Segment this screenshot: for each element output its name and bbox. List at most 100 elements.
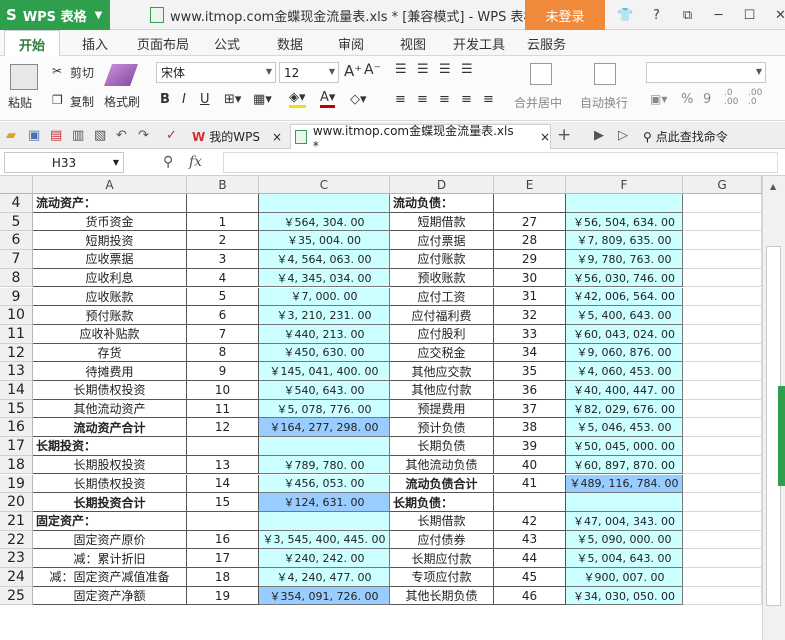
column-header[interactable]: F [566, 176, 683, 194]
column-header[interactable]: B [187, 176, 259, 194]
row-header[interactable]: 4 [0, 194, 33, 213]
cell-f4[interactable] [566, 194, 683, 213]
row-header[interactable]: 25 [0, 586, 33, 606]
bold-icon[interactable]: B [160, 92, 170, 107]
cell-d18[interactable]: 其他流动负债 [390, 455, 494, 475]
row-header[interactable]: 5 [0, 212, 33, 232]
cell-f22[interactable]: ￥5, 090, 000. 00 [566, 530, 683, 550]
cell-c10[interactable]: ￥3, 210, 231. 00 [259, 306, 390, 325]
cell-f11[interactable]: ￥60, 043, 024. 00 [566, 324, 683, 344]
maximize-icon[interactable]: ☐ [734, 8, 765, 23]
clear-format-icon[interactable]: ◇▾ [350, 92, 367, 107]
tab-developer[interactable]: 开发工具 [453, 30, 505, 56]
align-left-icon[interactable]: ≡ [395, 92, 406, 107]
align-bottom-icon[interactable]: ☰ [439, 62, 451, 77]
cell-g15[interactable] [683, 399, 762, 419]
cell-b23[interactable]: 17 [187, 549, 259, 568]
cell-d13[interactable]: 其他应交款 [390, 362, 494, 381]
cell-f23[interactable]: ￥5, 004, 643. 00 [566, 549, 683, 568]
cell-d7[interactable]: 应付账款 [390, 250, 494, 269]
cell-a14[interactable]: 长期债权投资 [33, 381, 187, 400]
cell-d14[interactable]: 其他应付款 [390, 381, 494, 400]
row-header[interactable]: 24 [0, 568, 33, 587]
cell-a6[interactable]: 短期投资 [33, 231, 187, 251]
cut-button[interactable]: 剪切 [70, 64, 94, 81]
cell-b6[interactable]: 2 [187, 231, 259, 251]
cell-f13[interactable]: ￥4, 060, 453. 00 [566, 362, 683, 381]
fx-icon[interactable]: fx [189, 154, 202, 170]
column-header[interactable]: E [494, 176, 566, 194]
cell-c13[interactable]: ￥145, 041, 400. 00 [259, 362, 390, 381]
cell-d23[interactable]: 长期应付款 [390, 549, 494, 568]
cell-g24[interactable] [683, 568, 762, 587]
paste-button[interactable]: 粘贴 [8, 94, 32, 111]
tab-insert[interactable]: 插入 [82, 30, 108, 56]
row-header[interactable]: 21 [0, 511, 33, 531]
spreadsheet-grid[interactable]: A B C D E F G 4 流动资产： 流动负债： 5 货币资金 1 ￥564, 304. 00 短期借… [0, 176, 762, 640]
cell-g12[interactable] [683, 343, 762, 363]
cell-g20[interactable] [683, 493, 762, 512]
cell-d22[interactable]: 应付债券 [390, 530, 494, 550]
cell-g9[interactable] [683, 287, 762, 307]
cell-e11[interactable]: 33 [494, 324, 566, 344]
cell-d16[interactable]: 预计负债 [390, 418, 494, 438]
cell-b5[interactable]: 1 [187, 212, 259, 232]
cell-e14[interactable]: 36 [494, 381, 566, 400]
cell-c15[interactable]: ￥5, 078, 776. 00 [259, 399, 390, 419]
tab-cloud[interactable]: 云服务 [527, 30, 566, 56]
cell-e15[interactable]: 37 [494, 399, 566, 419]
row-header[interactable]: 9 [0, 287, 33, 307]
customize-toolbar-icon[interactable]: ✓ [166, 128, 177, 143]
column-header[interactable]: D [390, 176, 494, 194]
cell-a23[interactable]: 减：累计折旧 [33, 549, 187, 568]
row-header[interactable]: 13 [0, 362, 33, 381]
cell-d6[interactable]: 应付票据 [390, 231, 494, 251]
cell-g4[interactable] [683, 194, 762, 213]
tab-home[interactable]: 开始 [4, 30, 60, 57]
cell-c9[interactable]: ￥7, 000. 00 [259, 287, 390, 307]
cell-b20[interactable]: 15 [187, 493, 259, 512]
cell-g11[interactable] [683, 324, 762, 344]
row-header[interactable]: 7 [0, 250, 33, 269]
cell-g5[interactable] [683, 212, 762, 232]
cell-g6[interactable] [683, 231, 762, 251]
cell-e9[interactable]: 31 [494, 287, 566, 307]
distribute-icon[interactable]: ≡ [483, 92, 494, 107]
cell-e19[interactable]: 41 [494, 474, 566, 494]
cell-f19[interactable]: ￥489, 116, 784. 00 [566, 474, 683, 494]
format-painter-button[interactable]: 格式刷 [104, 93, 140, 110]
cell-f16[interactable]: ￥5, 046, 453. 00 [566, 418, 683, 438]
cell-a11[interactable]: 应收补贴款 [33, 324, 187, 344]
cell-f18[interactable]: ￥60, 897, 870. 00 [566, 455, 683, 475]
cell-a7[interactable]: 应收票据 [33, 250, 187, 269]
cell-e12[interactable]: 34 [494, 343, 566, 363]
cell-d4[interactable]: 流动负债： [390, 194, 494, 213]
cell-g17[interactable] [683, 437, 762, 456]
cell-g25[interactable] [683, 586, 762, 606]
login-button[interactable]: 未登录 [525, 0, 605, 30]
cell-b11[interactable]: 7 [187, 324, 259, 344]
cell-f12[interactable]: ￥9, 060, 876. 00 [566, 343, 683, 363]
cell-d25[interactable]: 其他长期负债 [390, 586, 494, 606]
column-header[interactable]: A [33, 176, 187, 194]
cell-f5[interactable]: ￥56, 504, 634. 00 [566, 212, 683, 232]
minimize-icon[interactable]: ─ [703, 8, 734, 23]
copy-button[interactable]: 复制 [70, 93, 94, 110]
cell-b4[interactable] [187, 194, 259, 213]
cell-d10[interactable]: 应付福利费 [390, 306, 494, 325]
row-header[interactable]: 10 [0, 306, 33, 325]
cell-a21[interactable]: 固定资产： [33, 511, 187, 531]
cell-f20[interactable] [566, 493, 683, 512]
cell-a9[interactable]: 应收账款 [33, 287, 187, 307]
tab-my-wps[interactable]: W 我的WPS × [188, 124, 283, 149]
cell-b12[interactable]: 8 [187, 343, 259, 363]
cell-g16[interactable] [683, 418, 762, 438]
cell-e22[interactable]: 43 [494, 530, 566, 550]
cell-e18[interactable]: 40 [494, 455, 566, 475]
cell-c6[interactable]: ￥35, 004. 00 [259, 231, 390, 251]
align-middle-icon[interactable]: ☰ [417, 62, 429, 77]
cell-g7[interactable] [683, 250, 762, 269]
row-header[interactable]: 12 [0, 343, 33, 363]
tab-formula[interactable]: 公式 [214, 30, 240, 56]
app-menu-button[interactable]: S WPS 表格 ▼ [0, 0, 110, 30]
